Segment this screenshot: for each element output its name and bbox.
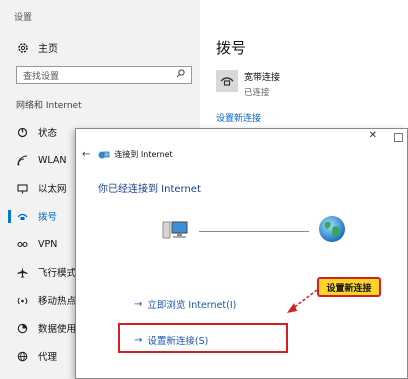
page-title: 拨号 bbox=[216, 39, 247, 57]
sidebar-item-label: 移动热点 bbox=[38, 296, 77, 307]
dialog-heading: 你已经连接到 Internet bbox=[98, 184, 201, 195]
search-icon bbox=[176, 69, 185, 81]
data-usage-icon bbox=[16, 322, 28, 334]
vpn-icon bbox=[16, 238, 28, 250]
dialog-titlebar: ✕ bbox=[76, 129, 407, 145]
maximize-icon[interactable] bbox=[394, 133, 403, 142]
connection-line bbox=[199, 231, 309, 232]
setup-new-connection-link[interactable]: 设置新连接 bbox=[216, 111, 261, 124]
dialup-icon bbox=[16, 210, 28, 222]
arrow-right-icon: → bbox=[134, 298, 143, 310]
computer-icon bbox=[162, 220, 188, 242]
ethernet-icon bbox=[16, 182, 28, 194]
home-nav-item[interactable]: 主页 bbox=[16, 40, 58, 55]
globe-icon bbox=[16, 350, 28, 362]
browse-internet-link[interactable]: → 立即浏览 Internet(I) bbox=[134, 297, 237, 312]
close-icon[interactable]: ✕ bbox=[369, 130, 377, 141]
sidebar-item-label: 飞行模式 bbox=[38, 268, 77, 279]
sidebar-item-label: 代理 bbox=[38, 352, 58, 363]
connect-to-internet-dialog: ✕ ← 连接到 Internet 你已经连接到 Internet → 立即浏览 … bbox=[75, 128, 408, 379]
network-icon bbox=[98, 150, 110, 160]
window-title: 设置 bbox=[14, 13, 33, 23]
callout-label: 设置新连接 bbox=[317, 277, 381, 297]
internet-globe-icon bbox=[318, 215, 346, 243]
connection-name: 宽带连接 bbox=[244, 73, 281, 83]
search-placeholder: 查找设置 bbox=[23, 71, 60, 82]
sidebar-item-label: 以太网 bbox=[38, 184, 67, 195]
sidebar-item-label: VPN bbox=[38, 238, 58, 250]
dialog-title: 连接到 Internet bbox=[114, 150, 173, 159]
back-arrow-icon[interactable]: ← bbox=[82, 149, 90, 160]
home-label: 主页 bbox=[38, 44, 58, 55]
dialog-nav: ← 连接到 Internet bbox=[82, 149, 173, 160]
search-input[interactable]: 查找设置 bbox=[16, 66, 192, 84]
wifi-icon bbox=[16, 154, 28, 166]
highlight-box bbox=[118, 323, 288, 353]
connection-status: 已连接 bbox=[244, 88, 270, 98]
sidebar-item-label: 状态 bbox=[38, 128, 58, 139]
hotspot-icon bbox=[16, 294, 28, 306]
dialup-connection-icon bbox=[216, 70, 238, 92]
gear-icon bbox=[16, 41, 30, 55]
airplane-icon bbox=[16, 266, 28, 278]
status-icon bbox=[16, 126, 28, 138]
sidebar-item-label: 拨号 bbox=[38, 212, 58, 223]
sidebar-item-label: WLAN bbox=[38, 154, 67, 166]
connection-tile[interactable]: 宽带连接 已连接 bbox=[216, 70, 280, 98]
section-title: 网络和 Internet bbox=[16, 101, 82, 111]
browse-internet-label: 立即浏览 Internet(I) bbox=[147, 300, 237, 311]
